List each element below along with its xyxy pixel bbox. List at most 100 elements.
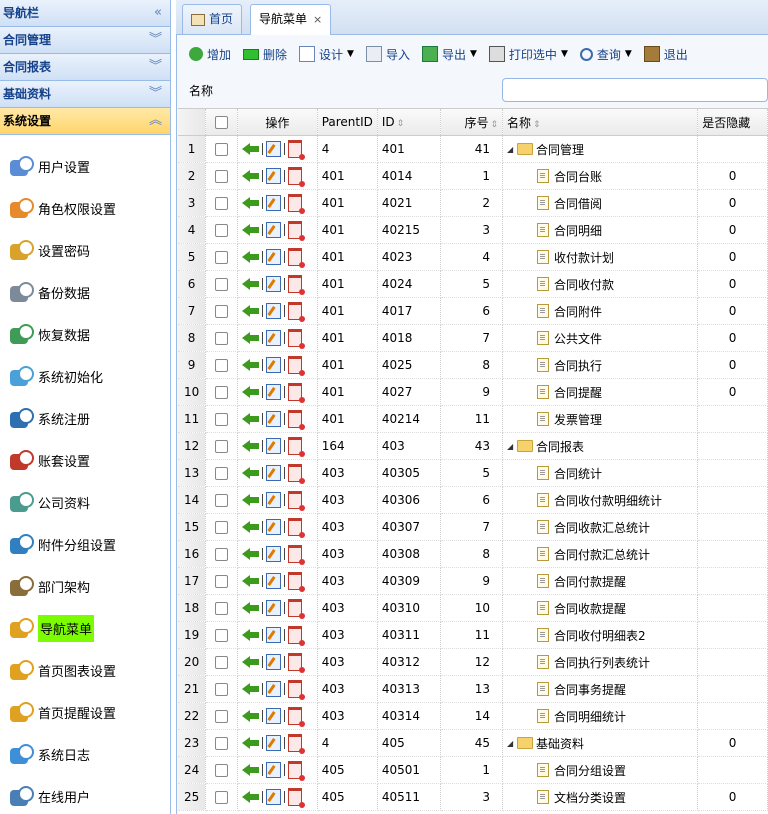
edit-icon[interactable] (265, 708, 281, 724)
table-row[interactable]: 5 401 4023 4 收付款计划 0 (178, 243, 768, 271)
back-arrow-icon[interactable] (241, 359, 259, 371)
delete-icon[interactable] (287, 464, 305, 484)
row-checkbox[interactable] (205, 459, 238, 487)
delete-icon[interactable] (287, 572, 305, 592)
cell-name[interactable]: 合同借阅 (502, 189, 699, 217)
row-checkbox[interactable] (205, 135, 238, 163)
row-checkbox[interactable] (205, 243, 238, 271)
delete-icon[interactable] (287, 275, 305, 295)
sidebar-item-10[interactable]: 部门架构 (0, 565, 170, 607)
sidebar-item-9[interactable]: 附件分组设置 (0, 523, 170, 565)
edit-icon[interactable] (265, 492, 281, 508)
delete-icon[interactable] (287, 545, 305, 565)
back-arrow-icon[interactable] (241, 386, 259, 398)
edit-icon[interactable] (265, 546, 281, 562)
delete-icon[interactable] (287, 680, 305, 700)
col-parentid[interactable]: ParentID (317, 109, 378, 136)
export-button[interactable]: 导出 ▼ (421, 46, 477, 63)
delete-icon[interactable] (287, 248, 305, 268)
back-arrow-icon[interactable] (241, 629, 259, 641)
row-checkbox[interactable] (205, 162, 238, 190)
cell-name[interactable]: 合同收款提醒 (502, 594, 699, 622)
cell-name[interactable]: ◢ 合同报表 (502, 432, 699, 460)
col-seq[interactable]: 序号 ⇕ (440, 109, 504, 136)
design-button[interactable]: 设计 ▼ (299, 46, 354, 63)
cell-name[interactable]: 合同提醒 (502, 378, 699, 406)
cell-name[interactable]: 合同付款提醒 (502, 567, 699, 595)
cell-name[interactable]: 合同付款汇总统计 (502, 540, 699, 568)
sidebar-item-15[interactable]: 在线用户 (0, 775, 170, 814)
table-row[interactable]: 20 403 40312 12 合同执行列表统计 (178, 648, 768, 676)
table-row[interactable]: 25 405 40511 3 文档分类设置 0 (178, 783, 768, 811)
delete-icon[interactable] (287, 167, 305, 187)
delete-icon[interactable] (287, 221, 305, 241)
delete-icon[interactable] (287, 734, 305, 754)
col-name[interactable]: 名称 ⇕ (502, 109, 699, 136)
row-checkbox[interactable] (205, 540, 238, 568)
edit-icon[interactable] (265, 195, 281, 211)
cell-name[interactable]: 合同分组设置 (502, 756, 699, 784)
back-arrow-icon[interactable] (241, 440, 259, 452)
table-row[interactable]: 24 405 40501 1 合同分组设置 (178, 756, 768, 784)
sidebar-item-13[interactable]: 首页提醒设置 (0, 691, 170, 733)
back-arrow-icon[interactable] (241, 224, 259, 236)
back-arrow-icon[interactable] (241, 332, 259, 344)
row-checkbox[interactable] (205, 702, 238, 730)
back-arrow-icon[interactable] (241, 197, 259, 209)
back-arrow-icon[interactable] (241, 413, 259, 425)
edit-icon[interactable] (265, 627, 281, 643)
table-row[interactable]: 22 403 40314 14 合同明细统计 (178, 702, 768, 730)
edit-icon[interactable] (265, 465, 281, 481)
table-row[interactable]: 12 164 403 43 ◢ 合同报表 (178, 432, 768, 460)
delete-icon[interactable] (287, 410, 305, 430)
delete-icon[interactable] (287, 626, 305, 646)
delete-icon[interactable] (287, 599, 305, 619)
edit-icon[interactable] (265, 411, 281, 427)
edit-icon[interactable] (265, 168, 281, 184)
table-row[interactable]: 14 403 40306 6 合同收付款明细统计 (178, 486, 768, 514)
cell-name[interactable]: ◢ 基础资料 (502, 729, 699, 757)
cell-name[interactable]: 合同明细统计 (502, 702, 699, 730)
delete-icon[interactable] (287, 788, 305, 808)
row-checkbox[interactable] (205, 729, 238, 757)
edit-icon[interactable] (265, 438, 281, 454)
back-arrow-icon[interactable] (241, 656, 259, 668)
back-arrow-icon[interactable] (241, 764, 259, 776)
back-arrow-icon[interactable] (241, 791, 259, 803)
row-checkbox[interactable] (205, 378, 238, 406)
tab-nav-menu[interactable]: 导航菜单 × (250, 4, 332, 35)
sidebar-item-6[interactable]: 系统注册 (0, 397, 170, 439)
table-row[interactable]: 16 403 40308 8 合同付款汇总统计 (178, 540, 768, 568)
table-row[interactable]: 18 403 40310 10 合同收款提醒 (178, 594, 768, 622)
cell-name[interactable]: 公共文件 (502, 324, 699, 352)
row-checkbox[interactable] (205, 405, 238, 433)
row-checkbox[interactable] (205, 621, 238, 649)
delete-icon[interactable] (287, 707, 305, 727)
delete-icon[interactable] (287, 329, 305, 349)
query-button[interactable]: 查询 ▼ (579, 46, 632, 63)
select-all-checkbox[interactable] (205, 109, 238, 136)
table-row[interactable]: 9 401 4025 8 合同执行 0 (178, 351, 768, 379)
cell-name[interactable]: 合同台账 (502, 162, 699, 190)
sidebar-item-1[interactable]: 角色权限设置 (0, 187, 170, 229)
row-checkbox[interactable] (205, 297, 238, 325)
tab-home[interactable]: 首页 (182, 4, 243, 34)
table-row[interactable]: 6 401 4024 5 合同收付款 0 (178, 270, 768, 298)
sidebar-item-11[interactable]: 导航菜单 (0, 607, 170, 649)
cell-name[interactable]: 文档分类设置 (502, 783, 699, 811)
print-selected-button[interactable]: 打印选中 ▼ (488, 46, 568, 63)
expand-arrow-icon[interactable]: ◢ (507, 739, 517, 748)
edit-icon[interactable] (265, 573, 281, 589)
edit-icon[interactable] (265, 600, 281, 616)
section-contract-reports[interactable]: 合同报表 ︾ (0, 54, 170, 81)
add-button[interactable]: 增加 (189, 46, 231, 63)
row-checkbox[interactable] (205, 783, 238, 811)
delete-icon[interactable] (287, 437, 305, 457)
cell-name[interactable]: 合同执行列表统计 (502, 648, 699, 676)
expand-arrow-icon[interactable]: ◢ (507, 442, 517, 451)
cell-name[interactable]: 合同收付款明细统计 (502, 486, 699, 514)
sidebar-item-0[interactable]: 用户设置 (0, 145, 170, 187)
cell-name[interactable]: 合同收付款 (502, 270, 699, 298)
back-arrow-icon[interactable] (241, 143, 259, 155)
row-checkbox[interactable] (205, 567, 238, 595)
